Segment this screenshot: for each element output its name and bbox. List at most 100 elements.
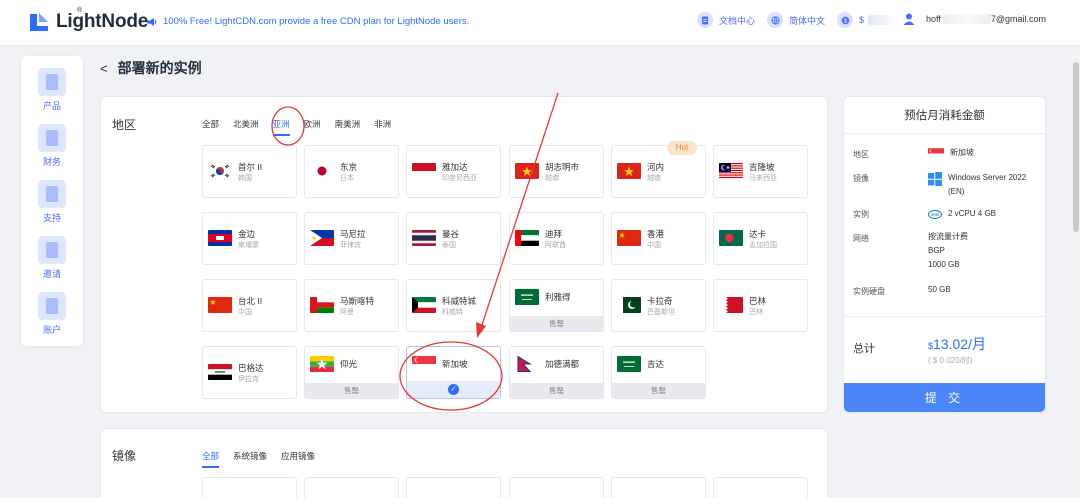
region-option-baghdad[interactable]: 巴格达 伊拉克	[202, 346, 297, 399]
image-section-label: 镜像	[112, 449, 137, 463]
region-name: 仰光	[340, 359, 358, 369]
cambodia-flag-icon	[208, 230, 232, 246]
region-option-seoul[interactable]: 首尔 II 韩国	[202, 145, 297, 198]
region-option-phnom-penh[interactable]: 金边 柬埔寨	[202, 212, 297, 265]
image-option[interactable]	[406, 477, 501, 498]
region-option-muscat[interactable]: 马斯喀特 阿曼	[304, 279, 399, 332]
docs-link[interactable]: 文档中心	[697, 12, 755, 28]
oman-flag-icon	[310, 297, 334, 313]
region-name: 新加坡	[442, 359, 468, 369]
south-korea-flag-icon	[208, 163, 232, 179]
tab-system-images[interactable]: 系统镜像	[233, 450, 267, 468]
region-section: 地区 全部 北美洲 亚洲 欧洲 南美洲 非洲 Hot 首尔 II 韩国 东京 日…	[100, 96, 828, 413]
image-label: 镜像	[853, 174, 869, 183]
tab-europe[interactable]: 欧洲	[304, 118, 321, 136]
back-button[interactable]: <	[100, 61, 108, 76]
user-email-end: 7@gmail.com	[990, 14, 1047, 24]
tab-south-america[interactable]: 南美洲	[335, 118, 361, 136]
region-option-jeddah[interactable]: 吉达 售罄	[611, 346, 706, 399]
region-country: 阿联酋	[545, 242, 566, 249]
region-country: 孟加拉国	[749, 242, 777, 249]
user-avatar-icon	[903, 13, 915, 25]
image-option[interactable]	[611, 477, 706, 498]
tab-asia[interactable]: 亚洲	[272, 118, 290, 136]
region-name: 卡拉奇	[647, 296, 673, 306]
region-option-jakarta[interactable]: 雅加达 印度尼西亚	[406, 145, 501, 198]
balance-redacted	[868, 15, 899, 25]
divider	[844, 133, 1045, 134]
image-option[interactable]	[509, 477, 604, 498]
price-summary: 预估月消耗金额 地区 新加坡 镜像 Windows Server 2022 (E…	[843, 96, 1046, 413]
region-country: 柬埔寨	[238, 242, 259, 249]
region-option-kuala-lumpur[interactable]: 吉隆坡 马来西亚	[713, 145, 808, 198]
region-option-kuwait-city[interactable]: 科威特城 科威特	[406, 279, 501, 332]
region-option-bangkok[interactable]: 曼谷 泰国	[406, 212, 501, 265]
invite-icon	[38, 236, 66, 264]
tab-all[interactable]: 全部	[202, 118, 219, 136]
finance-icon	[38, 124, 66, 152]
tab-all-images[interactable]: 全部	[202, 450, 220, 468]
region-option-bahrain[interactable]: 巴林 巴林	[713, 279, 808, 332]
region-option-singapore[interactable]: 新加坡 ✓	[406, 346, 501, 399]
tab-app-images[interactable]: 应用镜像	[281, 450, 315, 468]
sidebar-item-finance[interactable]: 财务	[21, 124, 83, 168]
region-option-riyadh[interactable]: 利雅得 售罄	[509, 279, 604, 332]
region-name: 巴格达	[238, 363, 264, 373]
region-name: 东京	[340, 162, 358, 172]
region-option-tokyo[interactable]: 东京 日本	[304, 145, 399, 198]
sidebar-item-label: 邀请	[42, 269, 61, 279]
scrollbar-thumb[interactable]	[1073, 62, 1079, 232]
user-menu[interactable]: hoff 7@gmail.com	[902, 12, 1046, 26]
image-tabs: 全部 系统镜像 应用镜像	[202, 450, 329, 468]
sidebar: 产品 财务 支持 邀请 账户	[21, 56, 83, 346]
region-option-dubai[interactable]: 迪拜 阿联酋	[509, 212, 604, 265]
language-switch[interactable]: 简体中文	[767, 12, 825, 28]
region-option-yangon[interactable]: 仰光 售罄	[304, 346, 399, 399]
region-option-kathmandu[interactable]: 加德满都 售罄	[509, 346, 604, 399]
network-type: BGP	[928, 246, 945, 255]
instance-label: 实例	[853, 210, 869, 219]
sidebar-item-label: 财务	[42, 157, 61, 167]
sidebar-item-invite[interactable]: 邀请	[21, 236, 83, 280]
region-name: 迪拜	[545, 229, 563, 239]
image-option[interactable]	[304, 477, 399, 498]
image-option[interactable]	[202, 477, 297, 498]
instance-value-text: 2 vCPU 4 GB	[948, 209, 997, 218]
account-icon	[38, 292, 66, 320]
total-label: 总计	[853, 343, 875, 355]
sidebar-item-support[interactable]: 支持	[21, 180, 83, 224]
region-name: 首尔 II	[238, 162, 263, 172]
submit-button[interactable]: 提 交	[844, 383, 1045, 412]
region-name: 香港	[647, 229, 665, 239]
region-country: 伊拉克	[238, 376, 259, 383]
tab-africa[interactable]: 非洲	[374, 118, 391, 136]
region-option-karachi[interactable]: 卡拉奇 巴基斯坦	[611, 279, 706, 332]
lightnode-logo[interactable]: LightNode ®	[28, 7, 149, 33]
announcement[interactable]: 100% Free! LightCDN.com provide a free C…	[146, 16, 469, 27]
balance[interactable]: $ $	[837, 12, 899, 28]
page-header: < 部署新的实例	[100, 58, 202, 78]
region-country: 中国	[238, 309, 252, 316]
region-country: 菲律宾	[340, 242, 361, 249]
sidebar-item-label: 账户	[42, 325, 61, 335]
japan-flag-icon	[310, 163, 334, 179]
sidebar-item-account[interactable]: 账户	[21, 292, 83, 336]
total-price: $13.02/月	[928, 334, 986, 354]
tab-north-america[interactable]: 北美洲	[233, 118, 259, 136]
image-option[interactable]	[713, 477, 808, 498]
indonesia-flag-icon	[412, 163, 436, 179]
region-option-ho-chi-minh[interactable]: 胡志明市 越南	[509, 145, 604, 198]
region-option-taipei[interactable]: 台北 II 中国	[202, 279, 297, 332]
region-option-manila[interactable]: 马尼拉 菲律宾	[304, 212, 399, 265]
kuwait-flag-icon	[412, 297, 436, 313]
sold-out-label: 售罄	[612, 383, 705, 398]
region-country: 中国	[647, 242, 661, 249]
image-value-line2: (EN)	[948, 187, 965, 196]
region-option-hong-kong[interactable]: 香港 中国	[611, 212, 706, 265]
region-name: 河内	[647, 162, 665, 172]
logo-text: LightNode	[56, 11, 149, 32]
uae-flag-icon	[515, 230, 539, 246]
region-country: 越南	[545, 175, 559, 182]
sidebar-item-product[interactable]: 产品	[21, 68, 83, 112]
region-option-dhaka[interactable]: 达卡 孟加拉国	[713, 212, 808, 265]
